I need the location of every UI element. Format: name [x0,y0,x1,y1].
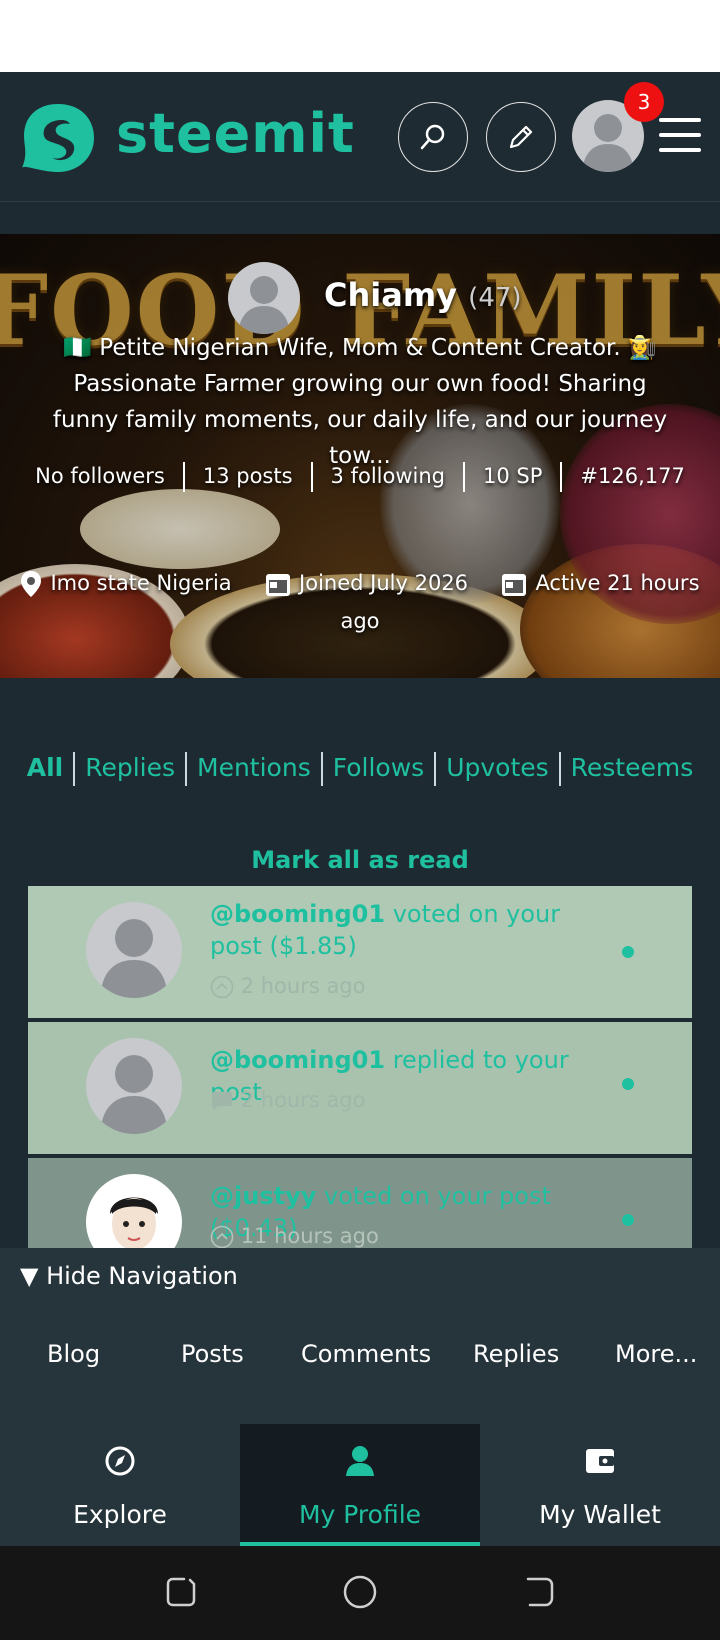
subnav-item-blog[interactable]: Blog [47,1340,100,1368]
unread-indicator [622,1214,634,1226]
joined-text: Joined July 2026 [299,571,469,595]
notification-user[interactable]: @booming01 [210,900,385,928]
filter-mentions[interactable]: Mentions [197,753,311,782]
default-avatar-icon [100,919,168,998]
profile-banner: FOOD FAMILY Chiamy (47) 🇳🇬 Petite Nigeri… [0,234,720,678]
mark-all-read-button[interactable]: Mark all as read [0,846,720,874]
subnav-item-replies[interactable]: Replies [473,1340,559,1368]
steemit-logo-icon[interactable] [18,98,98,176]
subnav-item-posts[interactable]: Posts [181,1340,244,1368]
profile-name: Chiamy (47) [324,276,522,314]
default-avatar-icon [100,1055,168,1134]
search-button[interactable] [398,102,468,172]
bottom-nav: Explore My Profile My Wallet [0,1424,720,1546]
write-post-button[interactable] [486,102,556,172]
person-icon [346,1446,374,1476]
following-count[interactable]: 3 following [331,464,445,488]
top-bar: steemit 3 [0,72,720,202]
profile-subnav: ▼ Hide Navigation Blog Posts Comments Re… [0,1248,720,1424]
avatar[interactable] [86,902,182,998]
profile-name-text: Chiamy [324,276,458,314]
brand-name[interactable]: steemit [116,102,355,165]
joined: Joined July 2026 [265,571,475,596]
notification-user[interactable]: @justyy [210,1182,316,1210]
notification-badge[interactable]: 3 [624,82,664,122]
divider [434,752,437,786]
profile-meta: Imo state Nigeria Joined July 2026 Activ… [0,564,720,640]
notification-time: 2 hours ago [210,1088,366,1112]
location-text: Imo state Nigeria [50,571,232,595]
calendar-icon [502,574,527,596]
divider [560,462,563,492]
notification-text: @booming01 voted on your post ($1.85) [210,898,600,962]
back-icon[interactable] [522,1574,556,1608]
status-bar [0,0,720,72]
notification-user[interactable]: @booming01 [210,1046,385,1074]
compass-icon [105,1446,135,1476]
notification-time: 2 hours ago [210,974,366,999]
posts-count[interactable]: 13 posts [203,464,293,488]
divider [558,752,561,786]
unread-indicator [622,946,634,958]
nav-explore[interactable]: Explore [0,1424,240,1546]
divider [182,462,185,492]
search-icon [420,124,445,150]
notification-list: @booming01 voted on your post ($1.85) 2 … [28,886,692,1248]
divider [320,752,323,786]
calendar-icon [266,574,291,596]
nav-my-profile-label: My Profile [298,1500,422,1529]
rank: #126,177 [580,464,685,488]
menu-icon[interactable] [659,118,701,152]
upvote-icon [210,1225,234,1248]
divider [185,752,188,786]
notification-time-text: 11 hours ago [240,1224,379,1248]
nav-explore-label: Explore [73,1500,167,1529]
subnav-item-comments[interactable]: Comments [301,1340,431,1368]
hide-navigation-toggle[interactable]: ▼ Hide Navigation [20,1262,238,1290]
home-icon[interactable] [342,1574,378,1610]
location-pin-icon [21,571,42,597]
location: Imo state Nigeria [20,571,238,597]
divider [310,462,313,492]
notification-time-text: 2 hours ago [240,1088,366,1112]
wallet-icon [586,1449,614,1473]
filter-all[interactable]: All [27,753,64,782]
nav-my-wallet-label: My Wallet [539,1500,661,1529]
avatar[interactable] [86,1174,182,1248]
filter-follows[interactable]: Follows [333,753,424,782]
reputation-score: (47) [468,283,522,313]
notification-time-text: 2 hours ago [240,974,366,998]
avatar[interactable] [86,1038,182,1134]
followers-count[interactable]: No followers [35,464,165,488]
nav-my-profile[interactable]: My Profile [240,1424,480,1546]
upvote-icon [210,975,234,999]
divider [463,462,465,492]
recent-apps-icon[interactable] [164,1574,198,1608]
unread-indicator [622,1078,634,1090]
profile-bio: 🇳🇬 Petite Nigerian Wife, Mom & Content C… [52,335,668,469]
system-nav-bar [0,1546,720,1640]
steem-power: 10 SP [483,464,543,488]
notification-item[interactable]: @booming01 replied to your post 2 hours … [28,1022,692,1156]
filter-replies[interactable]: Replies [85,753,175,782]
cartoon-avatar-icon [110,1197,158,1248]
default-avatar-icon [238,276,290,334]
notification-item[interactable]: @booming01 voted on your post ($1.85) 2 … [28,886,692,1020]
filter-resteems[interactable]: Resteems [571,753,694,782]
notification-filters: All Replies Mentions Follows Upvotes Resteems [0,752,720,786]
notification-item[interactable]: @justyy voted on your post ($0.43) 11 ho… [28,1158,692,1248]
nav-my-wallet[interactable]: My Wallet [480,1424,720,1546]
divider [73,752,76,786]
pencil-icon [509,125,533,149]
profile-avatar[interactable] [228,262,300,334]
filter-upvotes[interactable]: Upvotes [446,753,548,782]
profile-stats: No followers 13 posts 3 following 10 SP #126… [0,456,720,496]
comment-icon [212,1092,232,1110]
notification-time: 11 hours ago [210,1224,379,1248]
subnav-item-more[interactable]: More... [615,1340,697,1368]
